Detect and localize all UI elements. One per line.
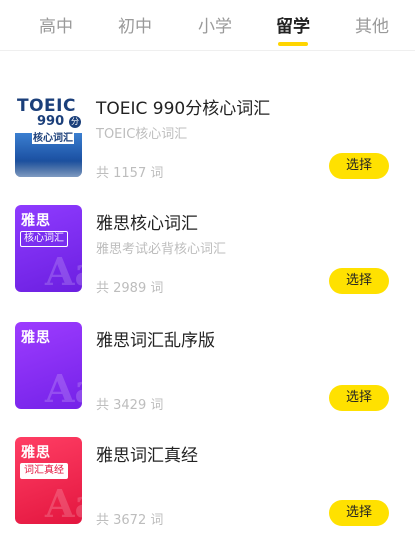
book-title: 雅思核心词汇 <box>96 214 198 234</box>
cover-brand-text: TOEIC <box>17 96 76 116</box>
book-word-count: 共 3429 词 <box>96 398 164 413</box>
cover-title: 雅思 <box>21 213 51 229</box>
book-title: 雅思词汇乱序版 <box>96 331 215 351</box>
cover-score-unit: 分 <box>69 116 81 128</box>
active-tab-indicator <box>278 42 308 46</box>
cover-tag: 核心词汇 <box>32 129 74 144</box>
book-subtitle: 雅思考试必背核心词汇 <box>96 242 227 257</box>
tab-primary-school[interactable]: 小学 <box>197 12 233 42</box>
select-button[interactable]: 选择 <box>329 385 389 411</box>
tab-study-abroad[interactable]: 留学 <box>275 12 311 42</box>
select-button[interactable]: 选择 <box>329 500 389 526</box>
cover-aa-mark: Aa <box>45 366 82 409</box>
book-cover-ielts-zhenjing: 雅思 词汇真经 Aa <box>15 437 82 524</box>
book-word-count: 共 2989 词 <box>96 281 164 296</box>
cover-aa-mark: Aa <box>45 481 82 524</box>
select-button[interactable]: 选择 <box>329 153 389 179</box>
book-title: 雅思词汇真经 <box>96 446 198 466</box>
book-item-ielts-core[interactable]: 雅思 核心词汇 Aa 雅思核心词汇 雅思考试必背核心词汇 共 2989 词 选择 <box>0 205 415 322</box>
select-button[interactable]: 选择 <box>329 268 389 294</box>
cover-tag: 核心词汇 <box>20 231 68 247</box>
cover-aa-mark: Aa <box>45 249 82 292</box>
book-item-ielts-zhenjing[interactable]: 雅思 词汇真经 Aa 雅思词汇真经 共 3672 词 选择 <box>0 437 415 554</box>
category-tab-bar: 高中 初中 小学 留学 其他 <box>0 0 415 51</box>
tab-middle-school[interactable]: 初中 <box>117 12 153 42</box>
book-word-count: 共 1157 词 <box>96 166 164 181</box>
book-cover-ielts-core: 雅思 核心词汇 Aa <box>15 205 82 292</box>
book-word-count: 共 3672 词 <box>96 513 164 528</box>
tab-high-school[interactable]: 高中 <box>38 12 74 42</box>
book-item-ielts-shuffled[interactable]: 雅思 Aa 雅思词汇乱序版 共 3429 词 选择 <box>0 322 415 439</box>
cover-tag: 词汇真经 <box>20 463 68 479</box>
book-cover-ielts-shuffled: 雅思 Aa <box>15 322 82 409</box>
book-cover-toeic: TOEIC 990 分 核心词汇 <box>15 90 82 177</box>
book-subtitle: TOEIC核心词汇 <box>96 127 188 142</box>
cover-title: 雅思 <box>21 330 51 346</box>
tab-other[interactable]: 其他 <box>354 12 390 42</box>
book-title: TOEIC 990分核心词汇 <box>96 99 271 119</box>
cover-wave <box>15 161 82 177</box>
cover-score: 990 <box>37 114 65 129</box>
cover-title: 雅思 <box>21 445 51 461</box>
book-item-toeic[interactable]: TOEIC 990 分 核心词汇 TOEIC 990分核心词汇 TOEIC核心词… <box>0 90 415 207</box>
